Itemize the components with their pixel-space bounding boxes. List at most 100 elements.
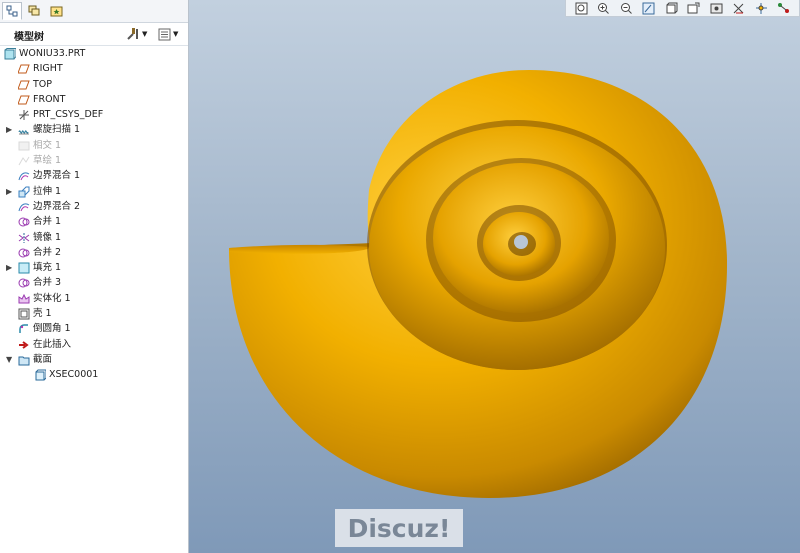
intersect-icon bbox=[18, 141, 30, 151]
tree-item-label: 镜像 1 bbox=[33, 231, 62, 243]
merge-icon bbox=[18, 248, 30, 258]
shell-model-icon[interactable] bbox=[189, 0, 800, 553]
tree-item[interactable]: 倒圆角 1 bbox=[0, 321, 188, 336]
tree-item[interactable]: 实体化 1 bbox=[0, 291, 188, 306]
tree-item-label: 边界混合 1 bbox=[33, 170, 81, 182]
model-tree-panel: 模型树 ▼ ▼ WONIU33.PRT RIGHT TOP FRONT PRT_CSYS… bbox=[0, 0, 189, 553]
tree-item-label: WONIU33.PRT bbox=[19, 48, 86, 59]
display-style-icon bbox=[666, 2, 678, 13]
tree-item[interactable]: ▼ 截面 bbox=[0, 352, 188, 367]
xsec-icon bbox=[35, 369, 46, 381]
csys-icon bbox=[19, 110, 29, 121]
annotation-display-button[interactable] bbox=[776, 1, 791, 15]
view-toolbar bbox=[565, 0, 800, 17]
boundary-blend-icon bbox=[18, 172, 30, 181]
tree-item-label: 螺旋扫描 1 bbox=[33, 124, 81, 136]
tree-item-label: 合并 1 bbox=[33, 216, 62, 228]
watermark: Discuz! bbox=[335, 509, 463, 547]
list-icon bbox=[158, 28, 171, 40]
tree-item[interactable]: 草绘 1 bbox=[0, 153, 188, 168]
tree-item[interactable]: 合并 2 bbox=[0, 245, 188, 260]
saved-views-button[interactable] bbox=[686, 1, 701, 15]
tree-item[interactable]: FRONT bbox=[0, 92, 188, 107]
tree-item[interactable]: 合并 3 bbox=[0, 275, 188, 290]
tree-item[interactable]: RIGHT bbox=[0, 61, 188, 76]
refit-icon bbox=[575, 2, 588, 14]
sketch-icon bbox=[18, 156, 30, 166]
model-tree: WONIU33.PRT RIGHT TOP FRONT PRT_CSYS_DEF ▶ 螺旋扫… bbox=[0, 46, 188, 383]
tree-item[interactable]: 镜像 1 bbox=[0, 230, 188, 245]
spin-center-icon bbox=[755, 2, 767, 14]
panel-tabs bbox=[0, 0, 188, 23]
tree-item[interactable]: ▶ 螺旋扫描 1 bbox=[0, 122, 188, 137]
repaint-button[interactable] bbox=[641, 1, 656, 15]
round-icon bbox=[19, 324, 28, 334]
graphics-viewport[interactable]: Discuz! bbox=[189, 0, 800, 553]
tree-item-label: PRT_CSYS_DEF bbox=[33, 109, 104, 121]
tree-item[interactable]: 边界混合 2 bbox=[0, 199, 188, 214]
favorites-tab[interactable] bbox=[46, 2, 66, 20]
tree-item-label: TOP bbox=[33, 78, 53, 90]
insert-here-arrow-icon bbox=[19, 340, 29, 349]
helical-sweep-icon bbox=[18, 130, 29, 135]
tree-settings-button[interactable]: ▼ bbox=[126, 26, 147, 42]
solidify-icon bbox=[18, 293, 30, 304]
tree-item[interactable]: 合并 1 bbox=[0, 214, 188, 229]
view-manager-button[interactable] bbox=[709, 1, 724, 15]
tree-item-label: FRONT bbox=[33, 93, 66, 105]
zoom-in-button[interactable] bbox=[596, 1, 611, 15]
mirror-icon bbox=[18, 232, 30, 243]
datum-display-button[interactable] bbox=[731, 1, 746, 15]
view-manager-icon bbox=[710, 3, 723, 13]
tree-item-label: 拉伸 1 bbox=[33, 185, 62, 197]
display-style-button[interactable] bbox=[664, 1, 679, 15]
tree-item-label: 实体化 1 bbox=[33, 292, 71, 304]
tree-item[interactable]: 边界混合 1 bbox=[0, 168, 188, 183]
zoom-out-button[interactable] bbox=[619, 1, 634, 15]
model-tree-tab-icon bbox=[6, 5, 18, 17]
model-tree-tab[interactable] bbox=[2, 2, 22, 20]
tree-toolbar: 模型树 ▼ ▼ bbox=[0, 23, 188, 46]
tree-item[interactable]: PRT_CSYS_DEF bbox=[0, 107, 188, 122]
tree-item-label: 草绘 1 bbox=[33, 155, 62, 167]
datum-plane-icon bbox=[18, 80, 30, 90]
tree-display-button[interactable]: ▼ bbox=[158, 26, 178, 42]
favorites-tab-icon bbox=[50, 6, 62, 17]
datum-plane-icon bbox=[18, 64, 30, 74]
tree-item[interactable]: ▶ 拉伸 1 bbox=[0, 184, 188, 199]
boundary-blend-icon bbox=[18, 203, 30, 212]
tree-item[interactable]: WONIU33.PRT bbox=[0, 46, 188, 61]
tree-item[interactable]: XSEC0001 bbox=[0, 367, 188, 382]
tree-settings-icon bbox=[127, 28, 138, 40]
extrude-icon bbox=[18, 186, 30, 198]
tree-item[interactable]: ▶ 填充 1 bbox=[0, 260, 188, 275]
tree-item-label: 倒圆角 1 bbox=[33, 323, 71, 335]
repaint-icon bbox=[642, 2, 655, 14]
merge-icon bbox=[18, 217, 30, 227]
tree-item[interactable]: 在此插入 bbox=[0, 337, 188, 352]
chevron-down-icon: ▼ bbox=[142, 30, 148, 38]
tree-item-label: 填充 1 bbox=[33, 262, 62, 274]
datum-display-icon bbox=[733, 3, 744, 13]
tree-item-label: 边界混合 2 bbox=[33, 200, 81, 212]
expand-arrow-icon[interactable]: ▶ bbox=[6, 260, 14, 275]
tree-item-label: XSEC0001 bbox=[49, 369, 99, 381]
layers-tab[interactable] bbox=[24, 2, 44, 20]
tree-item[interactable]: 相交 1 bbox=[0, 138, 188, 153]
spin-center-button[interactable] bbox=[754, 1, 769, 15]
refit-button[interactable] bbox=[574, 1, 589, 15]
zoom-out-icon bbox=[620, 2, 632, 14]
chevron-down-icon: ▼ bbox=[173, 30, 179, 38]
merge-icon bbox=[18, 278, 30, 288]
tree-item-label: 在此插入 bbox=[33, 338, 72, 350]
expand-arrow-icon[interactable]: ▶ bbox=[6, 122, 14, 137]
tree-item-label: 截面 bbox=[33, 353, 53, 365]
collapse-arrow-icon[interactable]: ▼ bbox=[6, 352, 14, 367]
shell-icon bbox=[18, 308, 30, 320]
part-icon bbox=[4, 48, 16, 60]
tree-item-label: 相交 1 bbox=[33, 139, 62, 151]
tree-item[interactable]: TOP bbox=[0, 77, 188, 92]
tree-item[interactable]: 壳 1 bbox=[0, 306, 188, 321]
layers-tab-icon bbox=[28, 5, 39, 16]
expand-arrow-icon[interactable]: ▶ bbox=[6, 184, 14, 199]
